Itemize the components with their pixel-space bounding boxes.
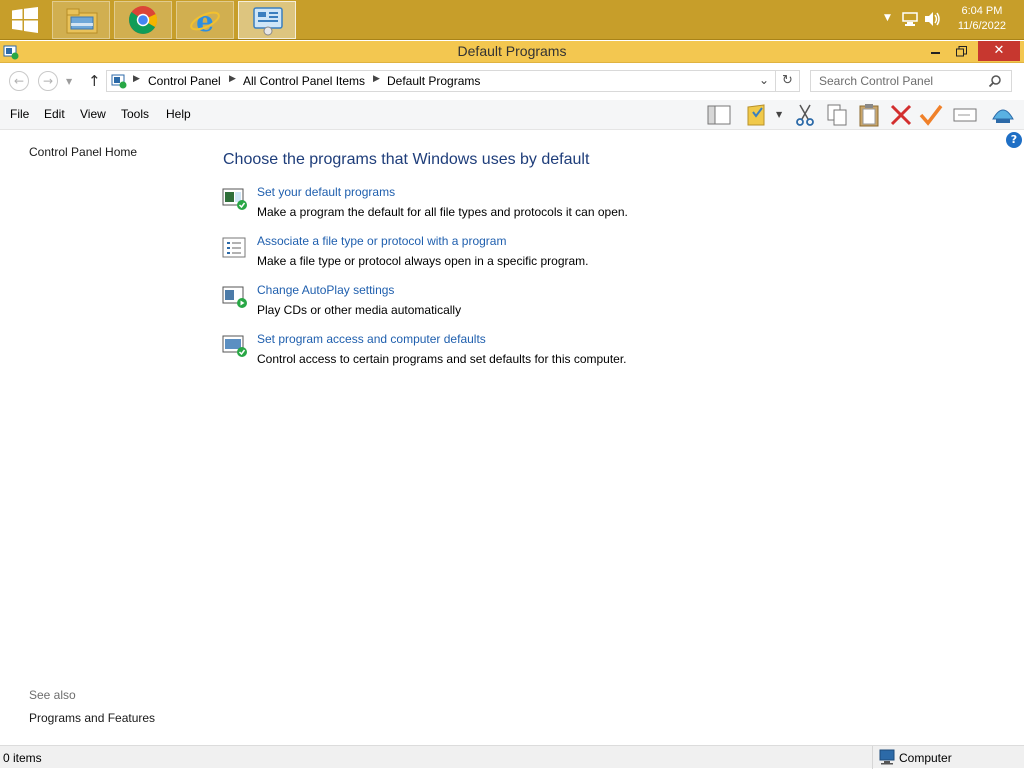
ie-icon: e	[190, 6, 220, 36]
associate-file-type-link[interactable]: Associate a file type or protocol with a…	[257, 234, 506, 248]
chrome-icon	[129, 6, 158, 34]
breadcrumb-separator-icon[interactable]: ▶	[133, 74, 140, 84]
taskbar-file-explorer[interactable]	[52, 1, 110, 39]
file-association-icon	[222, 237, 246, 258]
file-explorer-icon	[66, 8, 98, 34]
recent-locations-dropdown[interactable]: ▼	[66, 77, 72, 86]
breadcrumb-default-programs[interactable]: Default Programs	[387, 74, 480, 88]
layout-pane-icon[interactable]	[706, 103, 732, 127]
minimize-button[interactable]	[922, 41, 948, 61]
breadcrumb-all-items[interactable]: All Control Panel Items	[243, 74, 365, 88]
windows-logo-icon	[12, 7, 38, 33]
system-tray: ▼ 6:04 PM 11/6/2022	[864, 0, 1024, 40]
autoplay-settings-link[interactable]: Change AutoPlay settings	[257, 283, 394, 297]
help-icon[interactable]: ?	[1006, 132, 1022, 148]
task-autoplay: Change AutoPlay settings Play CDs or oth…	[222, 283, 822, 327]
menu-help[interactable]: Help	[166, 107, 191, 121]
back-button[interactable]: ←	[9, 71, 29, 91]
associate-file-type-desc: Make a file type or protocol always open…	[257, 254, 589, 268]
minimize-icon	[930, 52, 940, 54]
restore-icon	[955, 46, 967, 57]
breadcrumb-separator-icon[interactable]: ▶	[373, 74, 380, 84]
control-panel-location-icon	[111, 74, 127, 89]
search-icon[interactable]	[988, 74, 1002, 88]
autoplay-settings-desc: Play CDs or other media automatically	[257, 303, 462, 317]
menu-toolbar-row: File Edit View Tools Help ▼	[0, 100, 1024, 130]
tray-chevron-icon[interactable]: ▼	[884, 13, 891, 23]
item-count: 0 items	[3, 751, 42, 765]
rename-icon[interactable]	[952, 103, 978, 127]
menu-edit[interactable]: Edit	[44, 107, 65, 121]
program-access-link[interactable]: Set program access and computer defaults	[257, 332, 486, 346]
paste-icon[interactable]	[856, 103, 882, 127]
taskbar-internet-explorer[interactable]: e	[176, 1, 234, 39]
restore-button[interactable]	[948, 41, 974, 61]
refresh-icon: ↻	[782, 73, 793, 88]
set-default-programs-link[interactable]: Set your default programs	[257, 185, 395, 199]
menu-view[interactable]: View	[80, 107, 106, 121]
computer-icon	[879, 749, 895, 765]
task-program-access: Set program access and computer defaults…	[222, 332, 822, 376]
up-arrow-icon[interactable]: ↑	[88, 72, 101, 90]
back-arrow-icon: ←	[13, 74, 25, 88]
status-bar: 0 items Computer	[0, 745, 1024, 769]
network-icon[interactable]	[902, 11, 918, 27]
refresh-button[interactable]: ↻	[776, 70, 800, 92]
see-also-label: See also	[29, 688, 76, 702]
breadcrumb-separator-icon[interactable]: ▶	[229, 74, 236, 84]
task-associate-file-type: Associate a file type or protocol with a…	[222, 234, 822, 278]
menu-tools[interactable]: Tools	[121, 107, 149, 121]
task-set-default-programs: Set your default programs Make a program…	[222, 185, 822, 229]
clock-time: 6:04 PM	[961, 5, 1003, 17]
default-programs-icon	[222, 188, 247, 210]
set-default-programs-desc: Make a program the default for all file …	[257, 205, 628, 219]
page-title: Choose the programs that Windows uses by…	[223, 151, 590, 168]
zone-label: Computer	[899, 751, 952, 765]
taskbar-chrome[interactable]	[114, 1, 172, 39]
folder-check-icon[interactable]	[744, 103, 770, 127]
start-button[interactable]	[0, 0, 50, 40]
volume-icon[interactable]	[924, 11, 942, 27]
breadcrumb-control-panel[interactable]: Control Panel	[148, 74, 221, 88]
status-zone: Computer	[872, 746, 1024, 769]
svg-text:e: e	[196, 6, 214, 36]
taskbar-control-panel[interactable]	[238, 1, 296, 39]
forward-arrow-icon: →	[42, 74, 54, 88]
autoplay-icon	[222, 286, 247, 308]
cut-icon[interactable]	[792, 103, 818, 127]
window-title: Default Programs	[457, 43, 567, 59]
shell-icon[interactable]	[990, 103, 1016, 127]
search-input[interactable]: Search Control Panel	[810, 70, 1012, 92]
delete-icon[interactable]	[888, 103, 914, 127]
menu-file[interactable]: File	[10, 107, 29, 121]
copy-icon[interactable]	[824, 103, 850, 127]
control-panel-icon	[253, 7, 283, 36]
close-button[interactable]: ✕	[978, 41, 1020, 61]
clock[interactable]: 6:04 PM 11/6/2022	[958, 4, 1006, 34]
programs-and-features-link[interactable]: Programs and Features	[29, 711, 155, 725]
window-titlebar[interactable]: Default Programs ✕	[0, 41, 1024, 63]
taskbar: e ▼ 6:04 PM 11/6/2022	[0, 0, 1024, 40]
clock-date: 11/6/2022	[957, 20, 1006, 32]
address-row: ← → ▼ ↑ ▶ Control Panel ▶ All Control Pa…	[0, 63, 1024, 99]
address-bar[interactable]: ▶ Control Panel ▶ All Control Panel Item…	[106, 70, 776, 92]
folder-options-dropdown-icon[interactable]: ▼	[776, 110, 782, 119]
control-panel-home-link[interactable]: Control Panel Home	[29, 145, 137, 159]
properties-check-icon[interactable]	[918, 103, 944, 127]
address-dropdown-icon[interactable]: ⌄	[759, 73, 769, 87]
program-access-desc: Control access to certain programs and s…	[257, 352, 627, 366]
forward-button[interactable]: →	[38, 71, 58, 91]
program-access-icon	[222, 335, 247, 357]
close-icon: ✕	[993, 43, 1005, 58]
